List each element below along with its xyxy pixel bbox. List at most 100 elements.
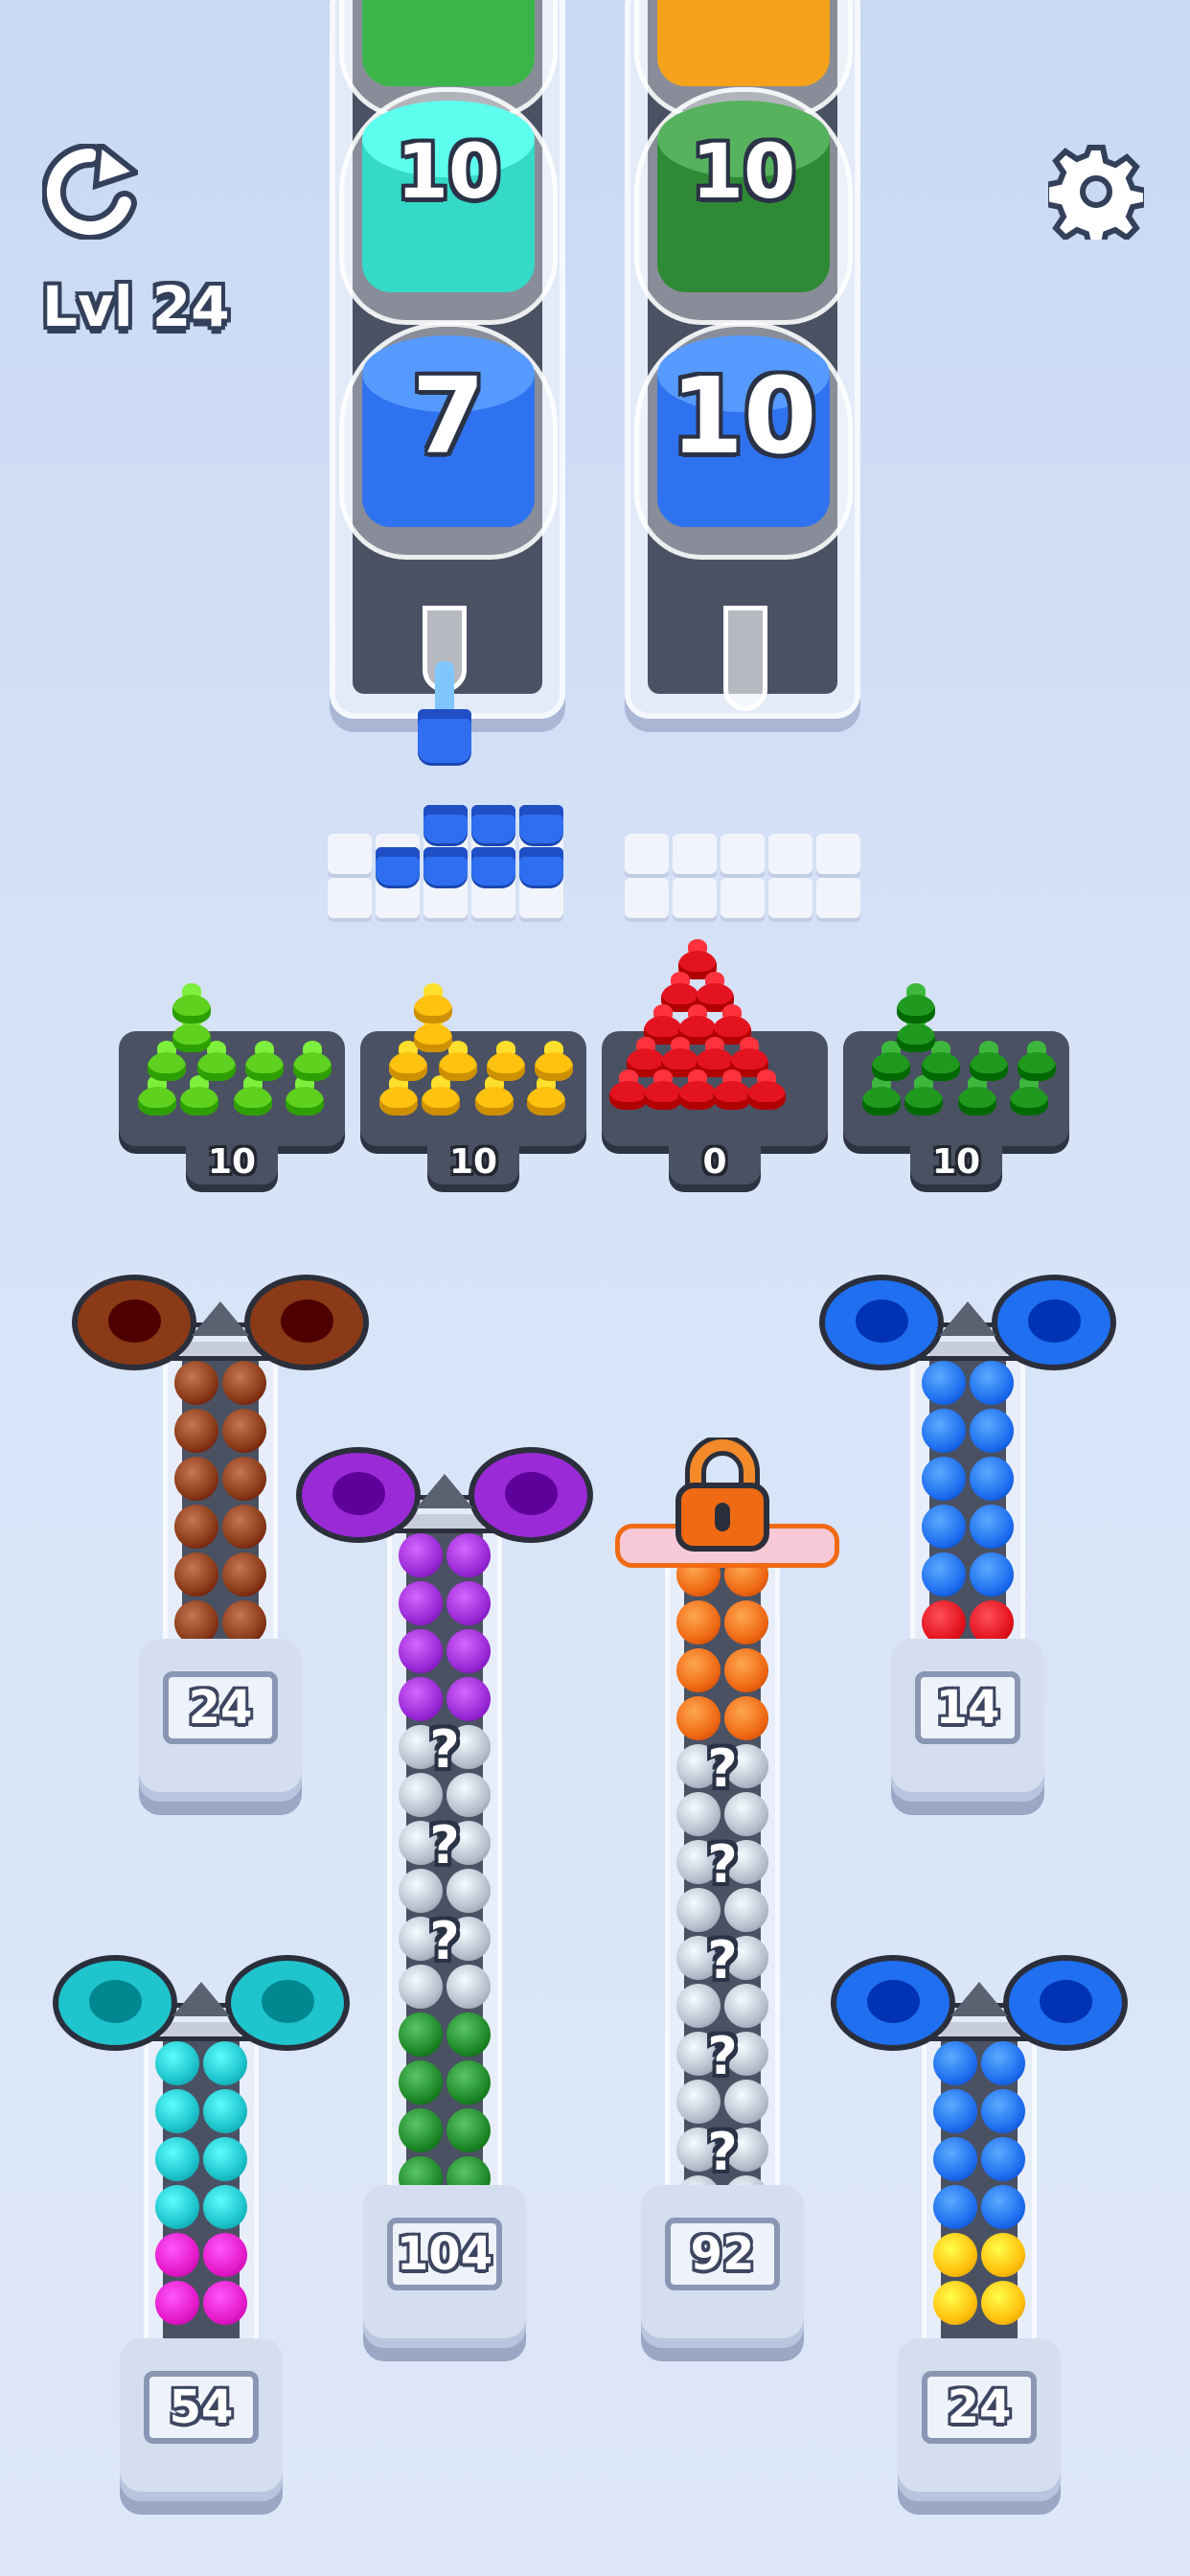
cup-count: 10 [691,129,796,216]
ball-piece [155,2185,199,2229]
ball-piece [203,2137,247,2181]
ball-piece [203,2185,247,2229]
restart-icon[interactable] [40,138,143,241]
hidden-question-mark: ? [707,1834,738,1895]
ball-piece [981,2089,1025,2133]
pawn-base [904,1087,943,1116]
pawn-base [922,1052,960,1081]
pawn-piece [745,1070,788,1112]
ball-piece [933,2089,977,2133]
spool-ring [992,1275,1116,1370]
cup[interactable]: 7 [339,322,558,560]
ball-piece [399,1581,443,1625]
pawn-base [862,1087,901,1116]
ball-piece [446,1581,491,1625]
lane-count: 14 [915,1671,1020,1744]
direction-arrow-icon [192,1301,249,1336]
ball-piece [922,1457,966,1501]
cup[interactable]: 10 [634,322,853,560]
ball-piece [174,1505,218,1549]
pawn-piece [895,983,937,1025]
hidden-question-mark: ? [429,1719,460,1780]
spout [723,606,767,711]
settings-gear-icon[interactable] [1043,144,1149,250]
ball-piece [970,1552,1014,1597]
spool-ring [72,1275,196,1370]
pawn-base [286,1087,324,1116]
direction-arrow-icon [950,1982,1008,2016]
spool-ring [819,1275,944,1370]
ring-hole [89,1980,142,2023]
slot-cup [519,847,563,886]
cup-body [362,0,535,86]
ball-piece [981,2137,1025,2181]
spool-ring [225,1955,350,2051]
tray-count: 10 [207,1142,257,1182]
ring-hole [262,1980,314,2023]
ball-piece [155,2281,199,2325]
hidden-question-mark: ? [707,2026,738,2086]
pawn-base [439,1052,477,1081]
cup-count: 7 [411,355,486,477]
ring-hole [505,1472,558,1515]
ball-piece [174,1361,218,1405]
ball-piece [446,2012,491,2057]
ring-hole [108,1300,161,1343]
ball-piece [222,1457,266,1501]
pawn-piece [171,983,213,1025]
ring-hole [332,1472,385,1515]
ring-hole [1040,1980,1092,2023]
ball-piece [724,1648,768,1692]
pawn-base [970,1052,1008,1081]
ball-piece [446,1677,491,1721]
pawn-piece [533,1041,575,1083]
ball-piece [174,1552,218,1597]
pawn-piece [968,1041,1010,1083]
ball-piece [970,1361,1014,1405]
spool-ring [53,1955,177,2051]
spool-ring [244,1275,369,1370]
ball-piece [399,1629,443,1673]
ball-piece [174,1409,218,1453]
pawn-piece [485,1041,527,1083]
ball-piece [203,2089,247,2133]
ball-piece [933,2137,977,2181]
ball-piece [222,1552,266,1597]
ball-piece [222,1409,266,1453]
slot-cup [376,847,420,886]
ball-piece [155,2041,199,2085]
ball-piece [155,2089,199,2133]
pawn-base [1018,1052,1056,1081]
pawn-piece [243,1041,286,1083]
spool-ring [469,1447,593,1543]
lane-count: 24 [922,2371,1037,2444]
pawn-base [897,1024,935,1052]
pawn-base [172,1024,211,1052]
cup-body [657,0,830,86]
ball-piece [922,1505,966,1549]
level-label: Lvl 24 [42,274,230,339]
padlock-icon[interactable] [671,1435,774,1556]
pawn-base [138,1087,176,1116]
ball-piece [933,2233,977,2277]
ball-piece [399,2060,443,2104]
ball-piece [399,2012,443,2057]
ball-piece [933,2041,977,2085]
hidden-question-mark: ? [429,1911,460,1971]
ball-piece [970,1505,1014,1549]
slot-cup [471,805,515,843]
cup[interactable]: 10 [339,87,558,325]
ball-piece [933,2281,977,2325]
ball-piece [724,1600,768,1644]
direction-arrow-icon [172,1982,230,2016]
pawn-base [172,995,211,1024]
cup[interactable]: 10 [634,87,853,325]
direction-arrow-icon [416,1474,473,1508]
ball-piece [203,2233,247,2277]
pawn-base [414,995,452,1024]
ball-piece [933,2185,977,2229]
cup-count: 10 [396,129,501,216]
ball-piece [174,1457,218,1501]
pouring-cup [418,709,471,763]
pawn-base [389,1052,427,1081]
